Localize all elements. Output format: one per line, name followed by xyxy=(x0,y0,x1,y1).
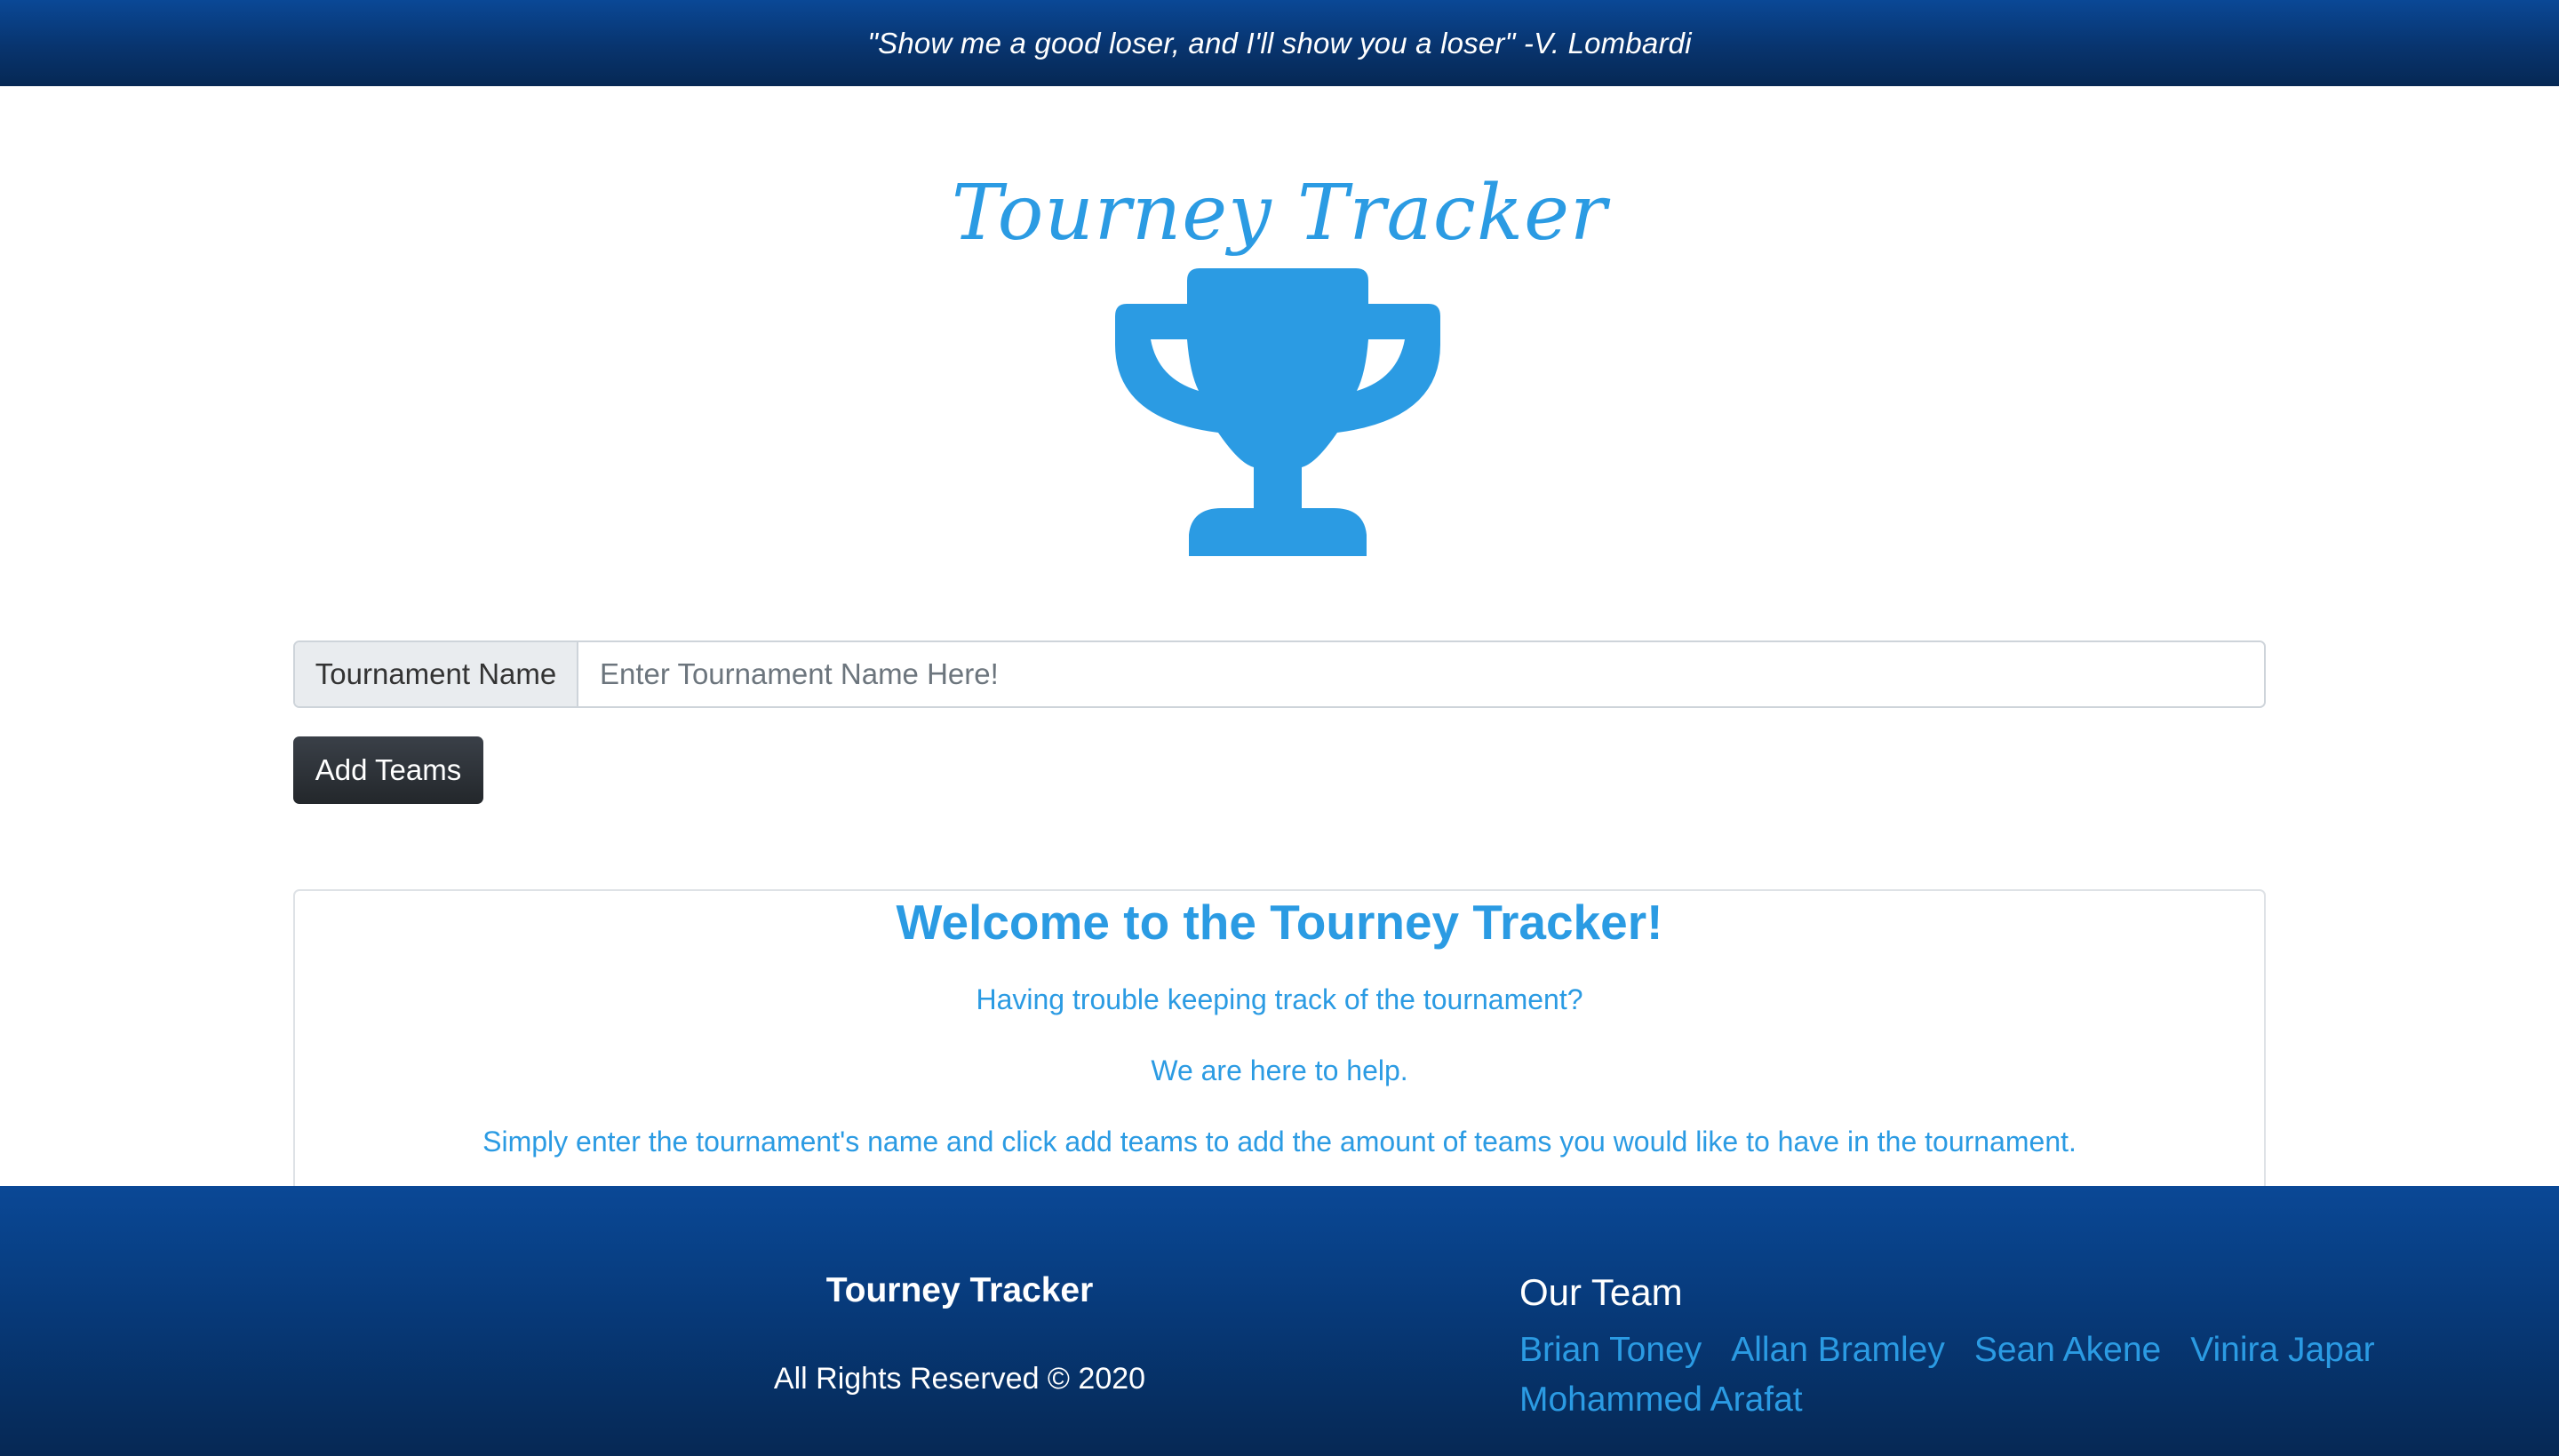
team-member-link[interactable]: Sean Akene xyxy=(1974,1327,2161,1373)
footer-copyright: All Rights Reserved © 2020 xyxy=(773,1362,1146,1396)
footer-team-title: Our Team xyxy=(1519,1271,1683,1313)
team-member-link[interactable]: Mohammed Arafat xyxy=(1519,1377,1803,1423)
footer-brand: Tourney Tracker xyxy=(825,1271,1094,1309)
welcome-line: We are here to help. xyxy=(1151,1054,1408,1086)
welcome-heading: Welcome to the Tourney Tracker! xyxy=(896,895,1663,950)
quote-banner: "Show me a good loser, and I'll show you… xyxy=(0,0,2559,86)
team-member-link[interactable]: Brian Toney xyxy=(1519,1327,1702,1373)
add-teams-button[interactable]: Add Teams xyxy=(293,736,483,804)
team-member-list: Brian Toney Allan Bramley Sean Akene Vin… xyxy=(1519,1327,2408,1423)
tournament-name-input[interactable] xyxy=(578,642,2264,706)
tournament-name-group: Tournament Name xyxy=(293,640,2266,708)
page-title: Tourney Tracker xyxy=(951,169,1608,258)
welcome-line: Having trouble keeping track of the tour… xyxy=(976,983,1583,1015)
trophy-icon xyxy=(1115,268,1440,556)
team-member-link[interactable]: Allan Bramley xyxy=(1731,1327,1945,1373)
banner-quote: "Show me a good loser, and I'll show you… xyxy=(867,26,1692,60)
tournament-name-label: Tournament Name xyxy=(295,642,578,706)
welcome-line: Simply enter the tournament's name and c… xyxy=(482,1126,2077,1158)
team-member-link[interactable]: Vinira Japar xyxy=(2190,1327,2374,1373)
